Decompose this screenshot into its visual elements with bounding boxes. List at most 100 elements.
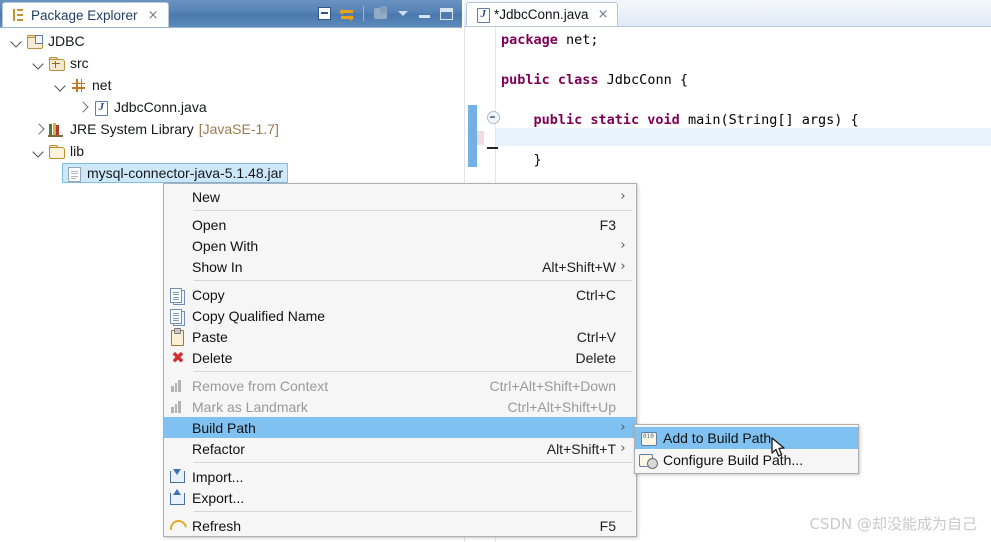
menu-item-label: Paste [192, 328, 228, 345]
menu-item-refresh[interactable]: Refresh F5 [164, 515, 636, 540]
menu-item-shortcut: Ctrl+V [576, 328, 616, 345]
jar-file-icon [65, 166, 82, 182]
delete-icon: ✖ [171, 347, 185, 367]
copy-qualified-icon [164, 307, 192, 326]
menu-item-new[interactable]: New › [164, 186, 636, 207]
collapse-all-icon[interactable] [315, 4, 334, 23]
menu-item-label: Copy Qualified Name [192, 307, 326, 324]
chevron-right-icon: › [620, 238, 626, 253]
menu-item-label: Open With [192, 237, 259, 254]
tree-item-jdbc[interactable]: JDBC [0, 30, 462, 52]
menu-item-copy-qualified-name[interactable]: Copy Qualified Name [164, 305, 636, 326]
menu-item-label: Delete [192, 349, 233, 366]
view-toolbar [315, 4, 456, 23]
menu-item-open[interactable]: Open F3 [164, 214, 636, 235]
tree-item-label: mysql-connector-java-5.1.48.jar [87, 165, 284, 181]
import-icon [164, 468, 192, 486]
menu-item-copy[interactable]: Copy Ctrl+C [164, 284, 636, 305]
java-project-icon [26, 34, 43, 49]
menu-item-refactor[interactable]: Refactor Alt+Shift+T › [164, 438, 636, 459]
chevron-right-icon[interactable] [76, 100, 90, 114]
tree-item-jre-system-library[interactable]: JRE System Library [JavaSE-1.7] [0, 118, 462, 140]
menu-separator [194, 371, 632, 372]
menu-item-label: Export... [192, 489, 245, 506]
menu-icon-placeholder [164, 258, 192, 276]
tab-package-explorer[interactable]: Package Explorer × [2, 2, 170, 27]
code-fold-collapse-icon[interactable] [487, 111, 500, 124]
java-file-icon [474, 7, 490, 23]
tree-item-suffix: [JavaSE-1.7] [198, 121, 279, 137]
source-code-text[interactable]: package net; public class JdbcConn { pub… [501, 30, 991, 170]
tab-label: Package Explorer [31, 7, 138, 23]
menu-item-label: Refactor [192, 440, 245, 457]
configure-build-path-icon [635, 451, 663, 469]
tab-label: *JdbcConn.java [494, 6, 589, 22]
jre-library-icon [48, 122, 65, 137]
menu-item-shortcut: Alt+Shift+W [542, 258, 616, 275]
submenu-item-add-to-build-path[interactable]: Add to Build Path [635, 427, 858, 449]
chevron-right-icon: › [620, 189, 626, 204]
menu-item-label: Build Path [192, 419, 256, 436]
submenu-item-label: Configure Build Path... [663, 452, 804, 468]
submenu-item-configure-build-path[interactable]: Configure Build Path... [635, 449, 858, 471]
maximize-icon[interactable] [437, 4, 456, 23]
menu-item-open-with[interactable]: Open With › [164, 235, 636, 256]
context-menu[interactable]: New › Open F3 Open With › Show In Alt+Shift+W › C… [163, 183, 637, 540]
menu-icon-placeholder [164, 419, 192, 437]
view-menu-icon[interactable] [371, 4, 390, 23]
package-icon [70, 78, 87, 93]
chevron-down-icon[interactable] [10, 34, 24, 48]
copy-icon [164, 286, 192, 305]
package-explorer-tabbar: Package Explorer × [0, 0, 462, 28]
code-plain: JdbcConn { [598, 72, 688, 88]
csdn-watermark: CSDN @却没能成为自己 [809, 515, 977, 533]
menu-item-label: Show In [192, 258, 243, 275]
menu-item-export[interactable]: Export... [164, 487, 636, 508]
close-icon[interactable]: × [598, 8, 609, 21]
menu-separator [194, 210, 632, 211]
landmark-icon [164, 398, 192, 416]
code-keyword: public static void [501, 112, 680, 128]
code-keyword: package [501, 32, 558, 48]
chevron-right-icon[interactable] [32, 122, 46, 136]
menu-item-show-in[interactable]: Show In Alt+Shift+W › [164, 256, 636, 277]
tree-item-label: src [70, 55, 89, 71]
minimize-icon[interactable] [415, 4, 434, 23]
chevron-down-icon[interactable] [393, 4, 412, 23]
java-file-icon [92, 100, 109, 116]
menu-item-delete[interactable]: ✖ Delete Delete [164, 347, 636, 368]
build-path-submenu[interactable]: Add to Build Path Configure Build Path... [634, 424, 859, 474]
link-with-editor-icon[interactable] [337, 4, 356, 23]
tree-item-lib[interactable]: lib [0, 140, 462, 162]
menu-item-label: Import... [192, 468, 244, 485]
tree-item-src[interactable]: src [0, 52, 462, 74]
tree-item-jdbcconn-java[interactable]: JdbcConn.java [0, 96, 462, 118]
menu-item-build-path[interactable]: Build Path › [164, 417, 636, 438]
menu-item-import[interactable]: Import... [164, 466, 636, 487]
menu-item-paste[interactable]: Paste Ctrl+V [164, 326, 636, 347]
code-plain: main(String[] args) { [679, 112, 859, 128]
chevron-down-icon[interactable] [32, 144, 46, 158]
code-line: public static void main(String[] args) { [501, 110, 991, 130]
tree-item-mysql-connector-jar[interactable]: mysql-connector-java-5.1.48.jar [0, 162, 462, 184]
tab-jdbcconn-java[interactable]: *JdbcConn.java × [466, 2, 619, 26]
menu-item-label: Copy [192, 286, 225, 303]
menu-item-label: Remove from Context [192, 377, 329, 394]
remove-context-icon [164, 377, 192, 395]
chevron-down-icon[interactable] [54, 78, 68, 92]
code-plain: net; [557, 32, 599, 48]
code-line: public class JdbcConn { [501, 70, 991, 90]
chevron-down-icon[interactable] [32, 56, 46, 70]
editor-tabbar: *JdbcConn.java × [464, 0, 991, 27]
tree-item-label: lib [70, 143, 85, 159]
code-line: package net; [501, 30, 991, 50]
chevron-right-icon: › [620, 441, 626, 456]
export-icon [164, 488, 192, 507]
tree-item-label: net [92, 77, 112, 93]
tree-item-net[interactable]: net [0, 74, 462, 96]
source-folder-icon [48, 56, 65, 71]
close-icon[interactable]: × [148, 9, 159, 22]
